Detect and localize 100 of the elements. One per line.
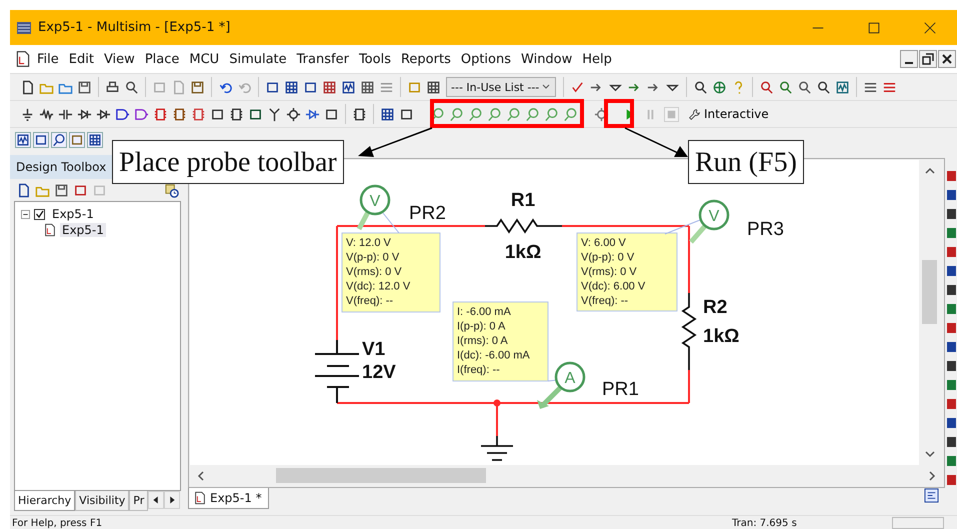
menu-item[interactable]: View: [102, 52, 136, 66]
probe-reading: V(dc): 12.0 V: [346, 280, 410, 292]
collapse-icon[interactable]: [21, 210, 30, 218]
probe-reading: V(freq): --: [346, 295, 394, 307]
antenna-icon[interactable]: [267, 106, 282, 122]
junction-dot: [494, 400, 500, 406]
menu-item[interactable]: Simulate: [228, 52, 288, 66]
print-preview-icon[interactable]: [124, 80, 139, 94]
diode-icon[interactable]: [96, 106, 111, 122]
probe-reading: I(rms): 0 A: [457, 335, 508, 347]
zoom-icon[interactable]: [797, 80, 812, 94]
probe-reading: I(p-p): 0 A: [457, 320, 506, 332]
interactive-button[interactable]: Interactive: [684, 107, 773, 121]
menu-item[interactable]: Edit: [68, 52, 95, 66]
probe-label: PR3: [747, 219, 784, 240]
menu-item[interactable]: Options: [460, 52, 512, 66]
zoom-out-icon[interactable]: [778, 80, 793, 94]
network-icon[interactable]: [924, 488, 939, 503]
probe-reading: V: 6.00 V: [581, 237, 626, 249]
probe-reading: I: -6.00 mA: [457, 306, 511, 318]
tree-item[interactable]: Exp5-1: [60, 223, 106, 237]
scrollbar-thumb[interactable]: [922, 260, 937, 324]
diode-icon[interactable]: [77, 106, 92, 122]
window-title: Exp5-1 - Multisim - [Exp5-1 *]: [38, 20, 230, 35]
screen-icon[interactable]: [835, 80, 850, 94]
chip-icon[interactable]: [153, 106, 168, 122]
simulation-time: Tran: 7.695 s: [732, 518, 798, 528]
component-value: 12V: [362, 362, 396, 383]
graph-icon[interactable]: [15, 132, 31, 148]
menu-item[interactable]: Help: [581, 52, 613, 66]
menu-item[interactable]: Tools: [358, 52, 392, 66]
menu-item[interactable]: File: [36, 52, 60, 66]
clock-icon[interactable]: [164, 182, 179, 198]
component-label: R2: [703, 297, 728, 318]
probe-reading: V(freq): --: [581, 295, 628, 307]
callout-label: Run (F5): [688, 140, 804, 184]
spreadsheet-icon[interactable]: [322, 80, 337, 94]
component-dropdown[interactable]: --- In-Use List ---: [446, 77, 556, 97]
probe-reading: I(dc): -6.00 mA: [457, 350, 530, 362]
maximize-icon[interactable]: [867, 20, 881, 34]
callout-label: Place probe toolbar: [112, 140, 344, 184]
chip-icon[interactable]: [229, 106, 244, 122]
chip-icon[interactable]: [352, 106, 367, 122]
probe-reading: V(dc): 6.00 V: [581, 280, 646, 292]
document-icon: [14, 50, 32, 68]
checkmark-icon[interactable]: [570, 80, 585, 94]
save-icon[interactable]: [77, 80, 92, 94]
box-icon[interactable]: [210, 106, 225, 122]
panel-tab[interactable]: Hierarchy: [14, 491, 76, 511]
gate-icon[interactable]: [115, 106, 130, 122]
waveform-icon[interactable]: [341, 80, 356, 94]
minimize-icon[interactable]: [900, 50, 918, 68]
scroll-right-icon[interactable]: [164, 491, 180, 509]
close-icon[interactable]: [923, 20, 937, 34]
zoom-in-icon[interactable]: [759, 80, 774, 94]
menu-item[interactable]: Reports: [400, 52, 452, 66]
component-value: 1kΩ: [703, 326, 740, 347]
battery-symbol: [314, 339, 360, 404]
close-icon[interactable]: [938, 50, 956, 68]
wrench-icon: [688, 108, 701, 120]
probe-reading: V(p-p): 0 V: [346, 252, 400, 264]
magnifier-icon[interactable]: [693, 80, 708, 94]
restore-icon[interactable]: [919, 50, 937, 68]
zoom-area-icon[interactable]: [816, 80, 831, 94]
panel-tab[interactable]: Visibility: [75, 491, 130, 511]
resistor-icon[interactable]: [39, 106, 54, 122]
menu-item[interactable]: Transfer: [296, 52, 350, 66]
document-tab[interactable]: Exp5-1 *: [188, 488, 269, 509]
checkbox[interactable]: [34, 208, 46, 220]
gate-icon[interactable]: [134, 106, 149, 122]
chip-icon[interactable]: [172, 106, 187, 122]
new-file-icon[interactable]: [16, 182, 31, 198]
probe-reading: I(freq): --: [457, 364, 500, 376]
scrollbar-thumb[interactable]: [276, 468, 486, 483]
probe-label: PR1: [602, 379, 639, 400]
probe-label: PR2: [409, 203, 446, 224]
component-value: 1kΩ: [504, 242, 542, 263]
menu-item[interactable]: Window: [520, 52, 574, 66]
probe-reading: V: 12.0 V: [346, 237, 391, 249]
highlight-frame: [604, 99, 634, 128]
tree-item[interactable]: Exp5-1: [50, 207, 96, 221]
leader-line: [382, 212, 400, 234]
component-label: V1: [362, 339, 386, 360]
probe-reading: V(rms): 0 V: [581, 266, 637, 278]
menu-item[interactable]: Place: [144, 52, 180, 66]
scroll-left-icon[interactable]: [148, 491, 164, 509]
probe-reading: V(p-p): 0 V: [581, 252, 634, 264]
ground-icon[interactable]: [20, 106, 35, 122]
new-file-icon[interactable]: [20, 80, 35, 94]
printer-icon[interactable]: [105, 80, 120, 94]
app-icon: [16, 20, 32, 36]
ground-symbol: [480, 435, 514, 461]
menu-item[interactable]: MCU: [188, 52, 220, 66]
globe-icon[interactable]: [712, 80, 727, 94]
probe-reading: V(rms): 0 V: [346, 266, 402, 278]
status-indicator: [892, 517, 944, 529]
panel-tab[interactable]: Pr: [129, 491, 148, 511]
component-label: R1: [510, 190, 536, 211]
grid-icon[interactable]: [284, 80, 299, 94]
save-icon[interactable]: [54, 182, 69, 198]
